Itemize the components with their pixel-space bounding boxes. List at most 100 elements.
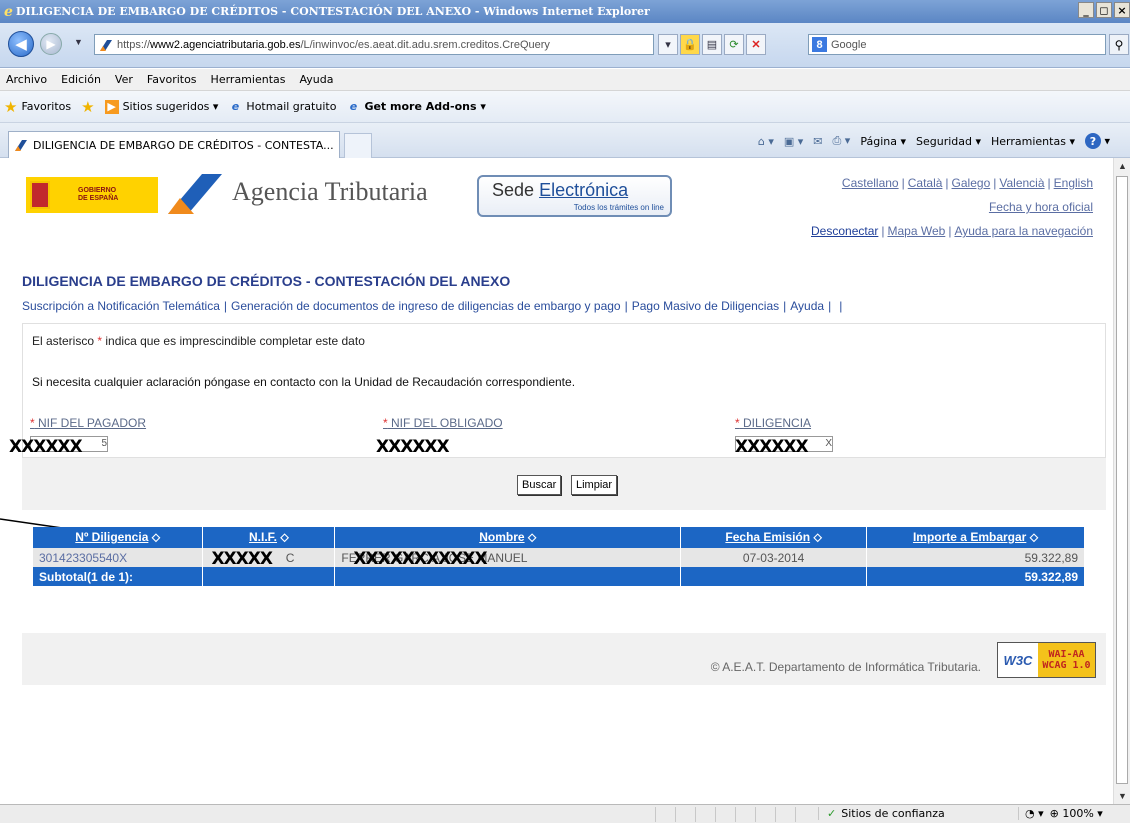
cell-nif: C XXXXX [202,548,336,569]
tab-label: DILIGENCIA DE EMBARGO DE CRÉDITOS - CONT… [33,138,334,152]
diligencia-input[interactable]: X [735,436,833,452]
subnav-notificacion[interactable]: Suscripción a Notificación Telemática [22,299,220,313]
vertical-scrollbar[interactable]: ▲ ▼ [1113,158,1130,804]
subnav-generacion[interactable]: Generación de documentos de ingreso de d… [231,299,621,313]
fav-hotmail-label: Hotmail gratuito [246,100,337,113]
tab-current[interactable]: DILIGENCIA DE EMBARGO DE CRÉDITOS - CONT… [8,131,340,158]
menu-ayuda[interactable]: Ayuda [299,73,333,86]
forward-button[interactable]: ▶ [40,33,62,55]
new-tab-button[interactable] [344,133,372,158]
minimize-button[interactable]: _ [1078,2,1094,18]
star-icon: ★ [4,97,18,116]
search-button[interactable]: Buscar [517,475,562,495]
col-header-label: Fecha Emisión [725,530,811,544]
sede-tagline: Todos los trámites on line [573,203,664,212]
scroll-up-icon[interactable]: ▲ [1118,161,1127,171]
page-menu[interactable]: Página ▾ [860,135,906,148]
favorites-button[interactable]: ★ Favoritos [4,98,71,116]
subnav-pago-masivo[interactable]: Pago Masivo de Diligencias [632,299,779,313]
col-header-label: Importe a Embargar [912,530,1027,544]
menu-ver[interactable]: Ver [115,73,133,86]
diligencia-link[interactable]: 301423305540X [39,551,127,565]
feeds-icon[interactable]: ▣ ▾ [784,135,803,148]
sort-icon: ⬦ [1029,530,1039,544]
scroll-thumb[interactable] [1116,176,1128,784]
col-header-label: Nº Diligencia [75,530,149,544]
copyright-text: © A.E.A.T. Departamento de Informática T… [710,660,981,674]
navigation-help-link[interactable]: Ayuda para la navegación [954,224,1093,238]
print-icon[interactable]: ⎙ ▾ [833,134,851,148]
security-menu[interactable]: Seguridad ▾ [916,135,981,148]
compatibility-view-icon[interactable]: ▤ [702,34,722,55]
fav-addons[interactable]: e Get more Add-ons ▾ [346,100,486,114]
security-zone[interactable]: ✓ Sitios de confianza [818,807,945,820]
home-icon[interactable]: ⌂ ▾ [758,135,774,148]
tools-menu[interactable]: Herramientas ▾ [991,135,1075,148]
zone-label: Sitios de confianza [841,807,945,820]
w3c-logo: W3C [1003,652,1033,668]
menu-edicion[interactable]: Edición [61,73,101,86]
page-footer: © A.E.A.T. Departamento de Informática T… [22,633,1106,685]
fav-suggested-sites[interactable]: ▶ Sitios sugeridos ▾ [104,99,218,114]
sitemap-link[interactable]: Mapa Web [888,224,946,238]
nif-obligado-label: NIF DEL OBLIGADO [391,416,503,430]
subtotal-empty-cell [334,567,682,586]
subtotal-empty-cell [202,567,336,586]
subtotal-label: Subtotal(1 de 1): [33,567,204,586]
col-header-diligencia[interactable]: Nº Diligencia ⬦ [33,527,204,548]
protected-mode-icon[interactable]: ◔ ▾ [1025,807,1044,820]
sede-electronica-logo[interactable]: Sede Electrónica Todos los trámites on l… [477,175,672,217]
mail-icon[interactable]: ✉ [813,135,822,148]
agency-name[interactable]: Agencia Tributaria [232,177,428,207]
logout-link[interactable]: Desconectar [811,224,878,238]
lang-english[interactable]: English [1054,176,1093,190]
clear-button[interactable]: Limpiar [571,475,618,495]
back-button[interactable]: ◀ [8,31,34,57]
help-menu[interactable]: ? ▾ [1084,133,1110,149]
lang-galego[interactable]: Galego [952,176,991,190]
lang-catala[interactable]: Català [908,176,943,190]
cell-nombre: FERRER GARCIA JOSE MANUEL XXXXXXXXXXX [334,548,682,569]
search-icon[interactable]: ⚲ [1109,34,1129,55]
lang-valencia[interactable]: Valencià [999,176,1044,190]
wai-label: WAI-AA [1048,649,1085,660]
gob-text-2: DE ESPAÑA [78,195,119,202]
stop-icon[interactable]: ✕ [746,34,766,55]
menu-favoritos[interactable]: Favoritos [147,73,197,86]
zoom-control[interactable]: ⊕ 100% ▾ [1050,807,1103,820]
nif-obligado-input[interactable] [383,436,461,452]
url-scheme: https:// [117,38,151,51]
search-input[interactable]: 8 Google [808,34,1106,55]
refresh-icon[interactable]: ⟳ [724,34,744,55]
col-header-fecha[interactable]: Fecha Emisión ⬦ [680,527,868,548]
fav-hotmail[interactable]: e Hotmail gratuito [228,100,337,114]
col-header-importe[interactable]: Importe a Embargar ⬦ [866,527,1085,548]
address-bar[interactable]: https://www2.agenciatributaria.gob.es/L/… [94,34,654,55]
sort-icon: ⬦ [813,530,822,544]
diligencia-value: X [825,438,832,449]
nif-pagador-input[interactable]: 5 [30,436,108,452]
wai-aa-badge[interactable]: W3C WAI-AA WCAG 1.0 [997,642,1096,678]
add-favorite-icon[interactable]: ★ [81,98,94,116]
col-header-label: N.I.F. [249,530,278,544]
aeat-logo-icon [168,174,222,214]
lock-icon[interactable]: 🔒 [680,34,700,55]
col-header-nombre[interactable]: Nombre ⬦ [334,527,682,548]
menu-herramientas[interactable]: Herramientas [211,73,286,86]
button-bar: Buscar Limpiar [22,458,1106,510]
gobierno-logo[interactable]: GOBIERNO DE ESPAÑA [26,177,158,213]
address-dropdown-icon[interactable]: ▾ [658,34,678,55]
field-nif-pagador: * NIF DEL PAGADOR 5 [30,416,146,452]
maximize-button[interactable]: ◻ [1096,2,1112,18]
close-button[interactable]: × [1114,2,1130,18]
suggested-sites-icon: ▶ [104,99,119,114]
menu-archivo[interactable]: Archivo [6,73,47,86]
subnav-ayuda[interactable]: Ayuda [790,299,824,313]
official-datetime-link[interactable]: Fecha y hora oficial [989,200,1093,214]
status-bar: ✓ Sitios de confianza ◔ ▾ ⊕ 100% ▾ [0,804,1130,823]
lang-castellano[interactable]: Castellano [842,176,899,190]
col-header-nif[interactable]: N.I.F. ⬦ [202,527,336,548]
spain-crest-icon [30,181,50,209]
history-dropdown-icon[interactable]: ▼ [74,37,83,47]
scroll-down-icon[interactable]: ▼ [1118,791,1127,801]
